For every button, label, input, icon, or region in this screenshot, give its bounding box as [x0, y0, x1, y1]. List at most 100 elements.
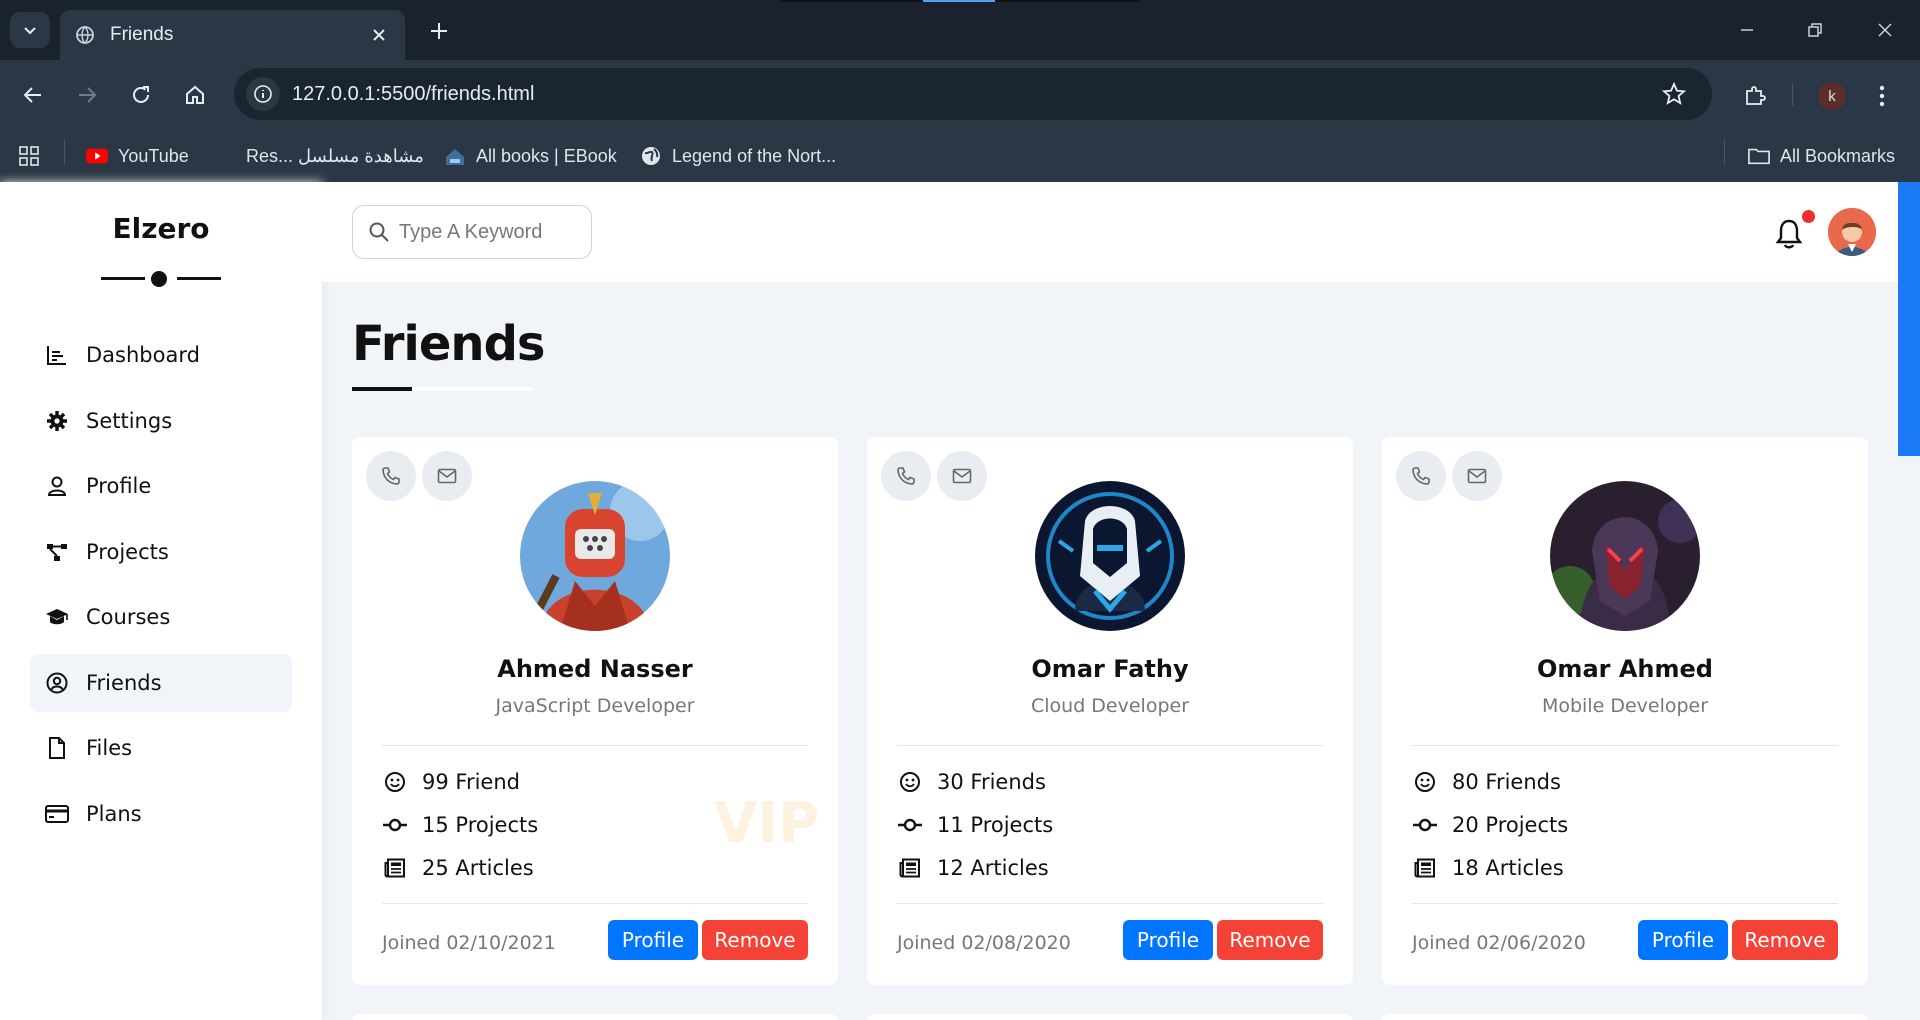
sidebar-item-label: Profile	[86, 474, 152, 498]
page-title: Friends	[352, 316, 545, 372]
logo-dot	[151, 271, 167, 287]
back-button[interactable]	[12, 74, 54, 116]
sidebar-item-dashboard[interactable]: Dashboard	[30, 326, 292, 384]
sidebar-item-label: Plans	[86, 801, 142, 826]
phone-icon	[897, 467, 915, 485]
sidebar-item-projects[interactable]: Projects	[30, 523, 292, 581]
sidebar-item-profile[interactable]: Profile	[30, 457, 292, 515]
browser-chrome: Friends 127.0.0.1:5500/friends.html k Yo…	[0, 0, 1920, 182]
globe-icon	[74, 24, 96, 46]
smile-icon	[382, 769, 408, 795]
all-bookmarks-label: All Bookmarks	[1780, 145, 1896, 166]
bookmark-label: All books | EBook	[476, 145, 617, 166]
bookmark-youtube[interactable]: YouTube	[86, 140, 189, 172]
friend-name: Omar Fathy	[1031, 655, 1189, 683]
profile-button[interactable]: Profile	[608, 920, 698, 960]
divider	[897, 745, 1323, 746]
sidebar-item-settings[interactable]: Settings	[30, 392, 292, 450]
avatar[interactable]	[1828, 208, 1876, 256]
friend-name: Omar Ahmed	[1537, 655, 1713, 683]
bookmark-separator	[64, 140, 65, 164]
all-bookmarks-button[interactable]: All Bookmarks	[1748, 140, 1895, 172]
restore-button[interactable]	[1790, 12, 1840, 48]
sidebar-item-plans[interactable]: Plans	[30, 785, 292, 843]
friend-card-partial	[1382, 1014, 1868, 1020]
sidebar-item-files[interactable]: Files	[30, 719, 292, 777]
bookmark-series[interactable]: Res... مشاهدة مسلسل	[214, 140, 424, 172]
new-tab-button[interactable]	[424, 16, 454, 46]
friends-count-text: 99 Friend	[422, 770, 520, 794]
extensions-button[interactable]	[1734, 74, 1776, 116]
bookmark-legend[interactable]: Legend of the Nort...	[640, 140, 836, 172]
friend-card: Omar Ahmed Mobile Developer 80 Friends 2…	[1382, 437, 1868, 985]
envelope-icon	[437, 468, 457, 484]
bookmark-label: YouTube	[118, 145, 189, 166]
logo-line-right	[177, 277, 221, 280]
profile-button[interactable]: Profile	[1638, 920, 1728, 960]
site-info-icon[interactable]	[246, 77, 280, 111]
call-button[interactable]	[1396, 451, 1446, 501]
call-button[interactable]	[366, 451, 416, 501]
forward-button[interactable]	[66, 74, 108, 116]
apps-grid-icon	[19, 146, 39, 166]
divider	[897, 903, 1323, 904]
close-icon	[1878, 23, 1892, 37]
browser-profile-avatar[interactable]: k	[1818, 82, 1846, 110]
browser-menu-button[interactable]	[1870, 78, 1894, 114]
remove-button[interactable]: Remove	[702, 920, 808, 960]
articles-count-text: 25 Articles	[422, 856, 534, 880]
toolbar-separator	[1792, 84, 1793, 106]
minimize-button[interactable]	[1722, 12, 1772, 48]
user-circle-icon	[44, 670, 70, 696]
email-button[interactable]	[937, 451, 987, 501]
remove-button[interactable]: Remove	[1732, 920, 1838, 960]
chevron-down-icon	[24, 27, 36, 35]
smile-icon	[1412, 769, 1438, 795]
bookmark-star-icon[interactable]	[1654, 74, 1694, 114]
search-input[interactable]	[399, 220, 579, 244]
phone-icon	[382, 467, 400, 485]
friend-avatar	[1550, 481, 1700, 631]
book-site-icon	[444, 145, 466, 167]
home-button[interactable]	[174, 74, 216, 116]
sidebar-item-friends[interactable]: Friends	[30, 653, 292, 712]
newspaper-icon	[382, 855, 408, 881]
divider	[382, 745, 808, 746]
profile-button[interactable]: Profile	[1123, 920, 1213, 960]
bookmark-ebooks[interactable]: All books | EBook	[444, 140, 617, 172]
friends-count-text: 30 Friends	[937, 770, 1046, 794]
friend-card: Omar Fathy Cloud Developer 30 Friends 11…	[867, 437, 1353, 985]
scrollbar-thumb[interactable]	[1898, 182, 1920, 456]
call-button[interactable]	[881, 451, 931, 501]
email-button[interactable]	[422, 451, 472, 501]
globe-icon	[640, 145, 662, 167]
tab-search-button[interactable]	[10, 12, 50, 48]
credit-card-icon	[44, 801, 70, 827]
url-text[interactable]: 127.0.0.1:5500/friends.html	[292, 83, 1654, 106]
browser-tab-friends[interactable]: Friends	[60, 10, 405, 60]
friend-card: Ahmed Nasser JavaScript Developer 99 Fri…	[352, 437, 838, 985]
sidebar-item-courses[interactable]: Courses	[30, 588, 292, 646]
envelope-icon	[952, 468, 972, 484]
search-box[interactable]	[352, 205, 592, 259]
home-icon	[186, 85, 204, 104]
sidebar-item-label: Files	[86, 736, 133, 760]
divider	[382, 903, 808, 904]
sidebar-item-label: Friends	[86, 670, 162, 695]
bell-icon[interactable]	[1772, 216, 1806, 252]
user-icon	[44, 473, 70, 499]
close-tab-icon[interactable]	[367, 23, 391, 47]
tab-title: Friends	[110, 24, 174, 45]
projects-count: 15 Projects	[382, 810, 538, 840]
reload-button[interactable]	[120, 74, 162, 116]
email-button[interactable]	[1452, 451, 1502, 501]
apps-button[interactable]	[18, 140, 40, 172]
address-bar[interactable]: 127.0.0.1:5500/friends.html	[234, 68, 1712, 120]
bookmark-separator	[1724, 140, 1725, 164]
search-icon	[367, 220, 391, 244]
divider	[1412, 745, 1838, 746]
sidebar-item-label: Dashboard	[86, 343, 200, 367]
close-window-button[interactable]	[1860, 12, 1910, 48]
remove-button[interactable]: Remove	[1217, 920, 1323, 960]
projects-count: 11 Projects	[897, 810, 1053, 840]
